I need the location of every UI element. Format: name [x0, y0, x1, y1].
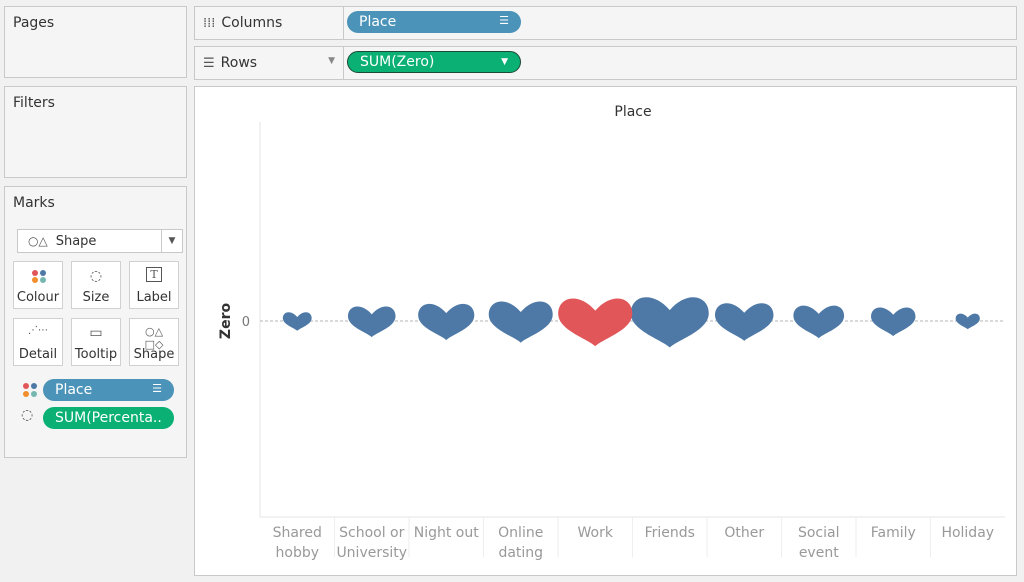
- x-tick-label[interactable]: Family: [857, 523, 929, 543]
- colour-pill-label: Place: [55, 382, 93, 398]
- size-pill-label: SUM(Percenta..: [55, 410, 162, 426]
- columns-shelf-label: ⁞⁞⁞ Columns: [195, 7, 344, 39]
- mark-type-dropdown[interactable]: ○△ Shape ▼: [17, 229, 183, 253]
- y-axis-label: Zero: [218, 303, 234, 340]
- colour-dots-icon: [32, 270, 46, 283]
- x-tick-label-line: University: [336, 545, 408, 561]
- size-button[interactable]: ◌ Size: [71, 261, 121, 309]
- heart-mark-school-or-university[interactable]: [347, 306, 396, 338]
- size-label: Size: [82, 290, 110, 305]
- size-encoding-icon: ◌: [21, 407, 34, 423]
- x-tick-label-line: Family: [870, 525, 916, 541]
- detail-button[interactable]: ⋰⋯ Detail: [13, 318, 63, 366]
- heart-mark-work[interactable]: [558, 298, 633, 347]
- chevron-down-icon[interactable]: ▼: [161, 230, 182, 252]
- pages-card: Pages: [4, 6, 187, 78]
- viz-area: Place Zero 0 Shared hobby School or Univers…: [194, 86, 1017, 576]
- label-button[interactable]: T Label: [129, 261, 179, 309]
- shape-type-icon: ○△: [28, 234, 48, 248]
- heart-chart: Place Zero 0: [218, 104, 1005, 557]
- shape-button[interactable]: ○△ □◇ Shape: [129, 318, 179, 366]
- x-tick-label-line: Online: [498, 525, 544, 541]
- chevron-down-icon[interactable]: ▼: [328, 56, 335, 66]
- rows-shelf[interactable]: ☰ Rows ▼ SUM(Zero) ▼: [194, 46, 1017, 80]
- columns-place-pill[interactable]: Place ☰: [347, 11, 521, 33]
- pages-title: Pages: [13, 15, 55, 31]
- sort-icon: ☰: [152, 382, 162, 395]
- columns-label: Columns: [221, 15, 283, 31]
- detail-label: Detail: [18, 347, 58, 362]
- heart-mark-other[interactable]: [715, 303, 774, 341]
- heart-mark-shared-hobby[interactable]: [282, 312, 312, 331]
- rows-icon: ☰: [203, 55, 215, 71]
- x-tick-label[interactable]: Other: [708, 523, 780, 543]
- chart-title: Place: [614, 104, 651, 120]
- x-tick-label-line: Shared: [272, 525, 322, 541]
- shape-label: Shape: [133, 347, 175, 362]
- x-tick-label[interactable]: School or University: [336, 523, 408, 563]
- detail-icon: ⋰⋯: [28, 325, 48, 336]
- tooltip-label: Tooltip: [74, 347, 118, 362]
- heart-mark-family[interactable]: [871, 307, 916, 337]
- colour-place-pill[interactable]: Place ☰: [43, 379, 174, 401]
- x-tick-label[interactable]: Friends: [634, 523, 706, 543]
- x-tick-label-line: Night out: [413, 525, 479, 541]
- marks-title: Marks: [13, 195, 55, 211]
- heart-mark-friends[interactable]: [630, 297, 709, 348]
- x-tick-label[interactable]: Online dating: [485, 523, 557, 563]
- x-tick-label-line: event: [798, 545, 839, 561]
- x-tick-label-line: hobby: [275, 545, 320, 561]
- heart-mark-online-dating[interactable]: [488, 301, 553, 343]
- x-tick-label-line: Social: [797, 525, 840, 541]
- text-label-icon: T: [130, 267, 178, 282]
- mark-type-value: Shape: [55, 233, 97, 249]
- heart-mark-social-event[interactable]: [793, 305, 845, 339]
- filters-card[interactable]: Filters: [4, 86, 187, 178]
- size-icon: ◌: [89, 268, 103, 284]
- x-tick-label[interactable]: Work: [559, 523, 631, 543]
- y-tick-label: 0: [242, 315, 250, 330]
- x-tick-label-line: Holiday: [941, 525, 995, 541]
- heart-mark-holiday[interactable]: [955, 313, 980, 330]
- columns-pill-label: Place: [359, 14, 397, 30]
- x-tick-label[interactable]: Holiday: [932, 523, 1004, 543]
- x-tick-label-line: dating: [498, 545, 544, 561]
- columns-icon: ⁞⁞⁞: [203, 15, 216, 31]
- x-tick-label[interactable]: Night out: [410, 523, 482, 543]
- x-tick-label-line: Friends: [644, 525, 695, 541]
- x-tick-label-line: School or: [339, 525, 405, 541]
- x-tick-label-line: Other: [724, 525, 765, 541]
- size-percentage-pill[interactable]: SUM(Percenta..: [43, 407, 174, 429]
- x-tick-label[interactable]: Shared hobby: [261, 523, 333, 563]
- x-tick-label-line: Work: [577, 525, 613, 541]
- rows-label: Rows: [220, 55, 258, 71]
- tooltip-icon: ▭: [89, 325, 103, 341]
- x-tick-label[interactable]: Social event: [783, 523, 855, 563]
- sort-icon: ☰: [499, 14, 509, 27]
- colour-encoding-icon: [23, 383, 37, 397]
- rows-shelf-label: ☰ Rows ▼: [195, 47, 344, 79]
- heart-mark-night-out[interactable]: [418, 303, 475, 341]
- filters-title: Filters: [13, 95, 55, 111]
- colour-label: Colour: [16, 290, 60, 305]
- columns-shelf[interactable]: ⁞⁞⁞ Columns Place ☰: [194, 6, 1017, 40]
- colour-button[interactable]: Colour: [13, 261, 63, 309]
- rows-zero-pill[interactable]: SUM(Zero) ▼: [347, 51, 521, 73]
- chevron-down-icon[interactable]: ▼: [501, 57, 508, 67]
- label-label: Label: [136, 290, 172, 305]
- tooltip-button[interactable]: ▭ Tooltip: [71, 318, 121, 366]
- marks-card: Marks ○△ Shape ▼ Colour ◌ Size T Label ⋰…: [4, 186, 187, 458]
- rows-pill-label: SUM(Zero): [360, 54, 435, 70]
